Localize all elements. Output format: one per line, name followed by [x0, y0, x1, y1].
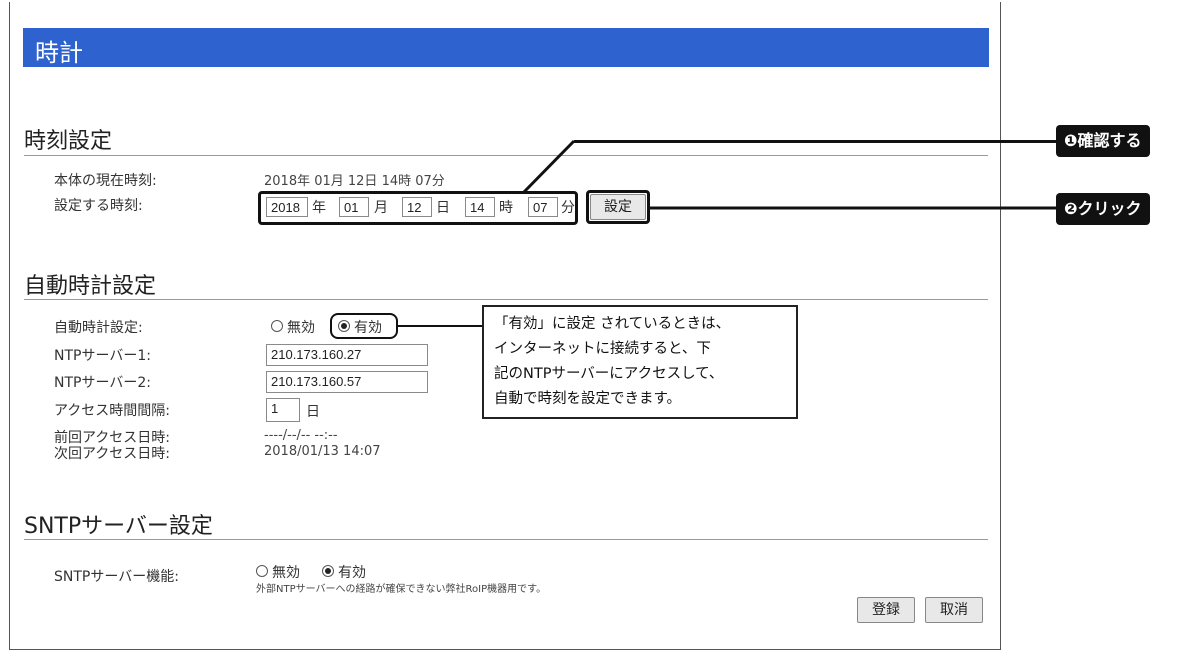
ntp1-label: NTPサーバー1:: [54, 348, 151, 364]
interval-label: アクセス時間間隔:: [54, 403, 171, 419]
sntp-disabled-label: 無効: [272, 565, 300, 581]
note-line: インターネットに接続すると、下: [494, 341, 711, 357]
sntp-section-title: SNTPサーバー設定: [24, 514, 213, 539]
ntp1-input[interactable]: 210.173.160.27: [266, 344, 428, 366]
section-divider: [24, 299, 988, 300]
auto-section-title: 自動時計設定: [24, 274, 157, 299]
next-access-label: 次回アクセス日時:: [54, 446, 171, 462]
sntp-enabled-radio[interactable]: [322, 565, 334, 577]
auto-disabled-label: 無効: [287, 320, 315, 336]
sntp-function-label: SNTPサーバー機能:: [54, 569, 179, 585]
ntp2-label: NTPサーバー2:: [54, 375, 151, 391]
register-button[interactable]: 登録: [857, 597, 915, 623]
last-access-value: ----/--/-- --:--: [264, 428, 338, 443]
note-line: 自動で時刻を設定できます。: [494, 391, 682, 407]
note-line: 記のNTPサーバーにアクセスして、: [494, 366, 724, 382]
interval-input[interactable]: 1: [266, 398, 300, 422]
auto-clock-label: 自動時計設定:: [54, 320, 143, 336]
auto-disabled-radio[interactable]: [271, 320, 283, 332]
auto-clock-explanation: 「有効」に設定 されているときは、 インターネットに接続すると、下 記のNTPサ…: [482, 305, 798, 419]
sntp-note: 外部NTPサーバーへの経路が確保できない弊社RoIP機器用です。: [256, 584, 547, 595]
section-divider: [24, 539, 988, 540]
cancel-button[interactable]: 取消: [925, 597, 983, 623]
sntp-disabled-radio[interactable]: [256, 565, 268, 577]
step1-badge: ❶確認する: [1056, 125, 1150, 157]
enabled-highlight: [330, 313, 398, 339]
sntp-enabled-label: 有効: [338, 565, 366, 581]
ntp2-input[interactable]: 210.173.160.57: [266, 371, 428, 393]
interval-unit: 日: [306, 404, 320, 420]
note-line: 「有効」に設定 されているときは、: [494, 316, 731, 332]
next-access-value: 2018/01/13 14:07: [264, 444, 381, 459]
step2-badge: ❷クリック: [1056, 193, 1150, 225]
